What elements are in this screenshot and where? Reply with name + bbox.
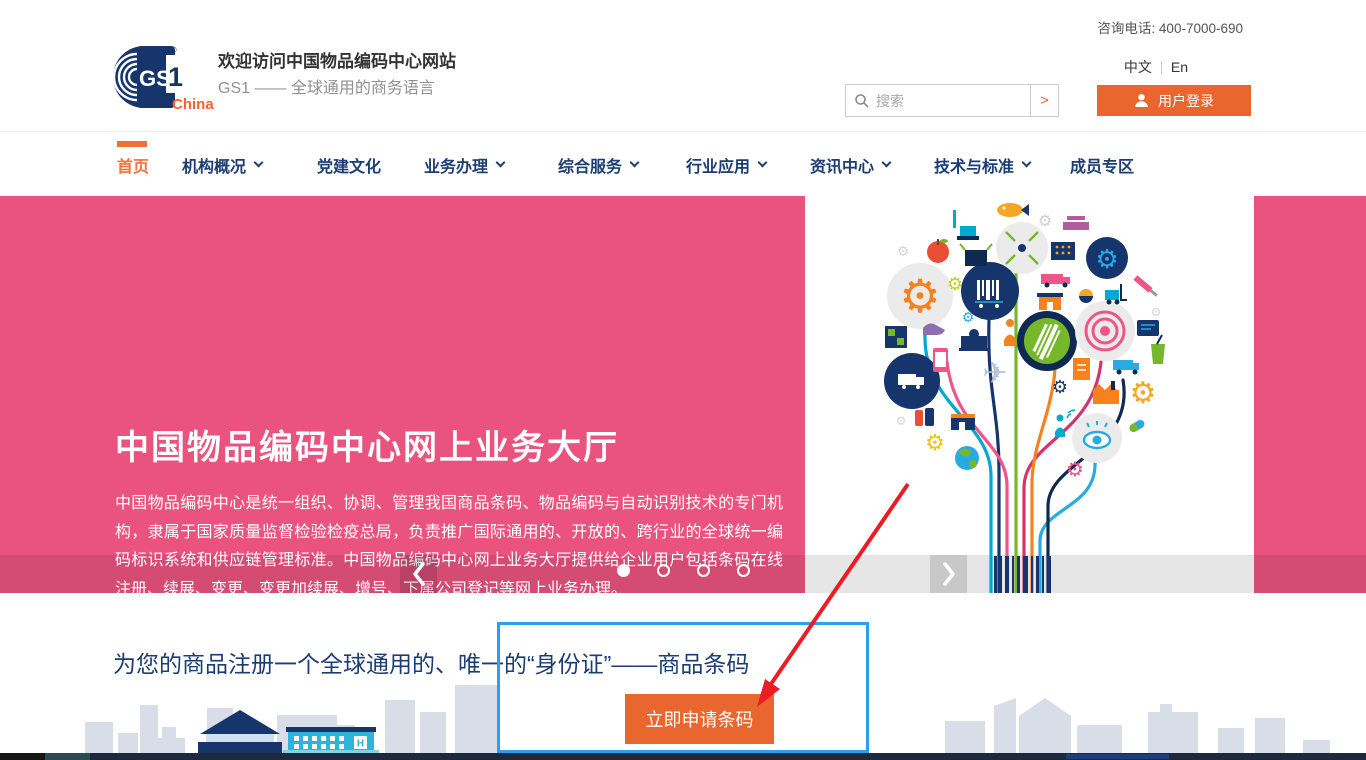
footer-strip-segment — [0, 753, 45, 760]
nav-item-party-culture[interactable]: 党建文化 — [317, 132, 381, 197]
nav-item-label: 党建文化 — [317, 153, 381, 177]
nav-item-label: 业务办理 — [424, 153, 488, 177]
nav-item-services[interactable]: 综合服务 — [558, 132, 638, 197]
svg-text:⚙: ⚙ — [1151, 305, 1162, 319]
chevron-down-icon — [630, 158, 640, 168]
next-slide-peek — [1254, 196, 1366, 593]
nav-item-label: 机构概况 — [182, 153, 246, 177]
nav-item-label: 综合服务 — [558, 153, 622, 177]
footer-top-strip — [0, 753, 1366, 760]
svg-text:✈: ✈ — [982, 356, 1007, 391]
svg-text:⚙: ⚙ — [1052, 377, 1068, 398]
registered-mark: ® — [170, 45, 177, 55]
gs1-china-homepage: 咨询电话: 400-7000-690 中文 En GS 1 ® China 欢迎… — [0, 0, 1366, 760]
user-login-button[interactable]: 用户登录 — [1097, 85, 1251, 116]
site-welcome-subtitle: GS1 —— 全球通用的商务语言 — [218, 74, 435, 98]
carousel-dot-1[interactable] — [617, 564, 630, 577]
svg-text:⚙: ⚙ — [1130, 376, 1157, 411]
svg-text:⚙: ⚙ — [1095, 245, 1118, 275]
chevron-down-icon — [254, 158, 264, 168]
nav-item-label: 行业应用 — [686, 153, 750, 177]
nav-item-label: 成员专区 — [1070, 153, 1134, 177]
nav-item-news[interactable]: 资讯中心 — [810, 132, 890, 197]
carousel-dot-4[interactable] — [737, 564, 750, 577]
main-navigation: 首页 机构概况 党建文化 业务办理 综合服务 行业应用 资讯中心 技术与标准 — [0, 131, 1366, 196]
search-icon — [854, 93, 870, 109]
nav-item-members[interactable]: 成员专区 — [1070, 132, 1134, 197]
lang-en-link[interactable]: En — [1171, 59, 1188, 75]
hospital-sign: H — [357, 739, 364, 750]
nav-item-label: 首页 — [117, 153, 149, 177]
svg-text:⚙: ⚙ — [896, 414, 907, 428]
chevron-down-icon — [882, 158, 892, 168]
search-input[interactable] — [876, 85, 1028, 116]
chevron-down-icon — [496, 158, 506, 168]
nav-item-home[interactable]: 首页 — [117, 132, 149, 197]
footer-strip-segment — [45, 753, 90, 760]
carousel-dot-3[interactable] — [697, 564, 710, 577]
svg-text:⚙: ⚙ — [947, 274, 963, 295]
svg-text:⚙: ⚙ — [962, 310, 975, 326]
nav-item-label: 技术与标准 — [934, 153, 1014, 177]
search-submit-button[interactable]: > — [1030, 85, 1058, 116]
hero-title: 中国物品编码中心网上业务大厅 — [115, 420, 619, 469]
user-icon — [1134, 93, 1149, 108]
lang-divider — [1161, 61, 1162, 74]
svg-text:⚙: ⚙ — [897, 244, 910, 260]
carousel-dot-2[interactable] — [657, 564, 670, 577]
hero-description: 中国物品编码中心是统一组织、协调、管理我国商品条码、物品编码与自动识别技术的专门… — [115, 490, 783, 593]
logo-region-label: China — [172, 96, 214, 113]
chevron-down-icon — [1022, 158, 1032, 168]
nav-item-about[interactable]: 机构概况 — [182, 132, 262, 197]
language-switcher: 中文 En — [1124, 57, 1188, 77]
hotline-phone: 咨询电话: 400-7000-690 — [1097, 17, 1243, 37]
logo-one-text: 1 — [168, 62, 183, 92]
svg-text:⚙: ⚙ — [925, 431, 945, 456]
footer-strip-segment — [1066, 754, 1169, 759]
svg-text:⚙: ⚙ — [1066, 457, 1084, 481]
nav-item-industry[interactable]: 行业应用 — [686, 132, 766, 197]
nav-item-label: 资讯中心 — [810, 153, 874, 177]
carousel-dots — [0, 564, 1366, 577]
svg-text:⚙: ⚙ — [899, 269, 940, 323]
nav-item-business[interactable]: 业务办理 — [424, 132, 504, 197]
apply-barcode-button[interactable]: 立即申请条码 — [625, 694, 774, 744]
nav-item-tech-standards[interactable]: 技术与标准 — [934, 132, 1030, 197]
chevron-down-icon — [758, 158, 768, 168]
tree-illustration: ⚙ ⚙ — [805, 196, 1254, 593]
search-box: > — [845, 84, 1059, 117]
lang-zh-link[interactable]: 中文 — [1124, 57, 1152, 77]
svg-text:⚙: ⚙ — [1038, 211, 1052, 230]
hero-carousel: ⚙ ⚙ — [0, 196, 1366, 593]
login-label: 用户登录 — [1158, 91, 1214, 111]
site-welcome-title: 欢迎访问中国物品编码中心网站 — [218, 47, 456, 72]
active-tab-indicator — [117, 141, 147, 147]
